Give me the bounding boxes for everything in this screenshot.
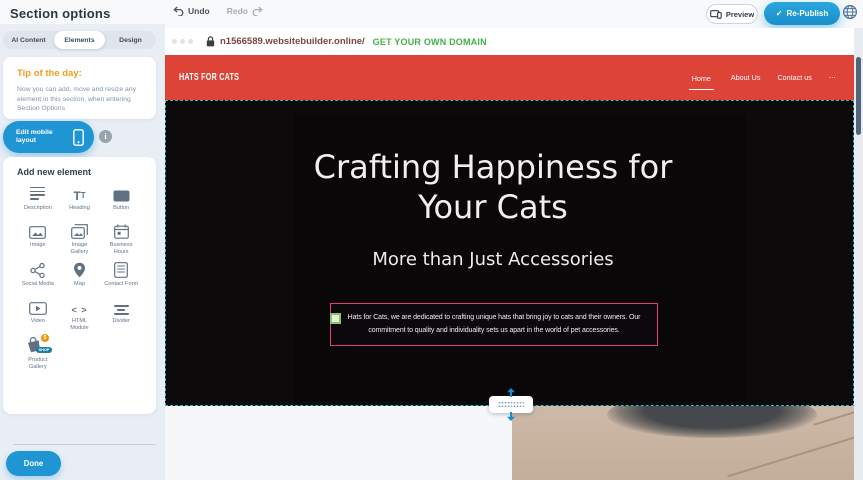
tip-body: Now you can add, move and resize any ele… — [17, 85, 142, 114]
site-nav: Home About Us Contact us ⋯ — [689, 55, 836, 100]
redo-label: Redo — [227, 6, 248, 16]
hero-section[interactable]: Crafting Happiness for Your Cats More th… — [165, 100, 854, 406]
element-html-module[interactable]: < > HTML Module — [59, 298, 101, 331]
app-window: Section options Undo Redo Preview ✓ — [0, 0, 863, 480]
html-module-icon: < > — [71, 298, 87, 315]
republish-label: Re-Publish — [786, 9, 828, 18]
tip-title: Tip of the day: — [17, 68, 142, 79]
scrollbar-thumb[interactable] — [856, 57, 861, 135]
page-title: Section options — [10, 6, 111, 21]
devices-icon — [710, 10, 722, 19]
hero-paragraph-box[interactable]: Hats for Cats, we are dedicated to craft… — [330, 303, 658, 346]
edit-mobile-layout-button[interactable]: Edit mobile layout — [3, 121, 94, 153]
add-element-title: Add new element — [17, 167, 142, 177]
tab-ai-content[interactable]: AI Content — [3, 31, 54, 49]
element-button[interactable]: Button — [100, 185, 142, 216]
divider-icon — [114, 298, 129, 315]
browser-dots — [172, 39, 196, 44]
add-element-panel: Add new element Description TT Heading B… — [3, 157, 156, 414]
sidebar-divider — [14, 444, 156, 445]
element-product-gallery[interactable]: $ SHOP Product Gallery — [17, 337, 59, 370]
shop-badge: SHOP — [36, 347, 52, 353]
product-gallery-icon: $ SHOP — [26, 337, 50, 354]
lock-icon — [206, 36, 215, 47]
site-header: HATS FOR CATS Home About Us Contact us ⋯ — [165, 55, 854, 100]
preview-browser-bar: n1566589.websitebuilder.online/ GET YOUR… — [165, 28, 854, 55]
next-section-image — [512, 406, 854, 480]
business-hours-icon — [114, 222, 129, 239]
site-logo[interactable]: HATS FOR CATS — [179, 72, 239, 83]
nav-about-us[interactable]: About Us — [731, 73, 761, 82]
phone-icon — [73, 129, 84, 146]
map-icon — [73, 261, 86, 278]
globe-language-button[interactable] — [842, 4, 858, 20]
undo-redo-group: Undo Redo — [173, 6, 263, 16]
preview-label: Preview — [726, 10, 754, 19]
undo-icon — [173, 6, 184, 16]
nav-home[interactable]: Home — [689, 71, 714, 90]
undo-label: Undo — [188, 6, 210, 16]
element-image-gallery[interactable]: Image Gallery — [59, 222, 101, 255]
element-heading[interactable]: TT Heading — [59, 185, 101, 216]
hero-subheading[interactable]: More than Just Accessories — [288, 249, 698, 270]
hero-paragraph: Hats for Cats, we are dedicated to craft… — [339, 312, 649, 337]
next-section-background — [165, 406, 512, 480]
left-sidebar: AI Content Elements Design Tip of the da… — [0, 24, 165, 480]
element-map[interactable]: Map — [59, 261, 101, 292]
undo-button[interactable]: Undo — [173, 6, 210, 16]
check-icon: ✓ — [776, 9, 783, 18]
preview-button[interactable]: Preview — [706, 4, 758, 24]
social-media-icon — [30, 261, 45, 278]
element-video[interactable]: Video — [17, 298, 59, 331]
sidebar-tabs: AI Content Elements Design — [3, 31, 156, 49]
resize-arrow-up-icon — [506, 388, 516, 397]
element-business-hours[interactable]: Business Hours — [100, 222, 142, 255]
nav-more-icon[interactable]: ⋯ — [829, 73, 836, 82]
info-icon[interactable]: i — [99, 130, 112, 143]
tab-design[interactable]: Design — [105, 31, 156, 49]
element-image[interactable]: Image — [17, 222, 59, 255]
nav-contact-us[interactable]: Contact us — [777, 73, 811, 82]
button-icon — [113, 185, 130, 202]
grip-dots-icon — [498, 401, 524, 408]
description-icon — [30, 185, 45, 202]
tab-elements[interactable]: Elements — [54, 31, 105, 49]
contact-form-icon — [114, 261, 128, 278]
carpet-seam — [814, 406, 854, 425]
element-grid: Description TT Heading Button Image — [17, 185, 142, 370]
edit-mobile-layout-label: Edit mobile layout — [16, 129, 62, 146]
element-description[interactable]: Description — [17, 185, 59, 216]
done-button[interactable]: Done — [6, 451, 61, 476]
image-gallery-icon — [71, 222, 88, 239]
cat-shape — [607, 406, 817, 438]
heading-icon: TT — [73, 185, 85, 202]
product-gallery-badge-icon: $ — [41, 334, 49, 342]
element-divider[interactable]: Divider — [100, 298, 142, 331]
tip-of-the-day-card: Tip of the day: Now you can add, move an… — [3, 57, 156, 119]
section-resize-handle[interactable] — [489, 396, 533, 413]
republish-button[interactable]: ✓ Re-Publish — [764, 2, 840, 25]
hero-heading[interactable]: Crafting Happiness for Your Cats — [288, 147, 698, 227]
video-icon — [29, 298, 47, 315]
redo-icon — [252, 6, 263, 16]
redo-button[interactable]: Redo — [227, 6, 263, 16]
image-icon — [29, 222, 46, 239]
get-domain-link[interactable]: GET YOUR OWN DOMAIN — [373, 37, 487, 47]
element-social-media[interactable]: Social Media — [17, 261, 59, 292]
element-contact-form[interactable]: Contact Form — [100, 261, 142, 292]
site-url[interactable]: n1566589.websitebuilder.online/ — [220, 36, 365, 47]
resize-arrow-down-icon — [506, 412, 516, 421]
drag-handle-green[interactable] — [330, 313, 341, 324]
